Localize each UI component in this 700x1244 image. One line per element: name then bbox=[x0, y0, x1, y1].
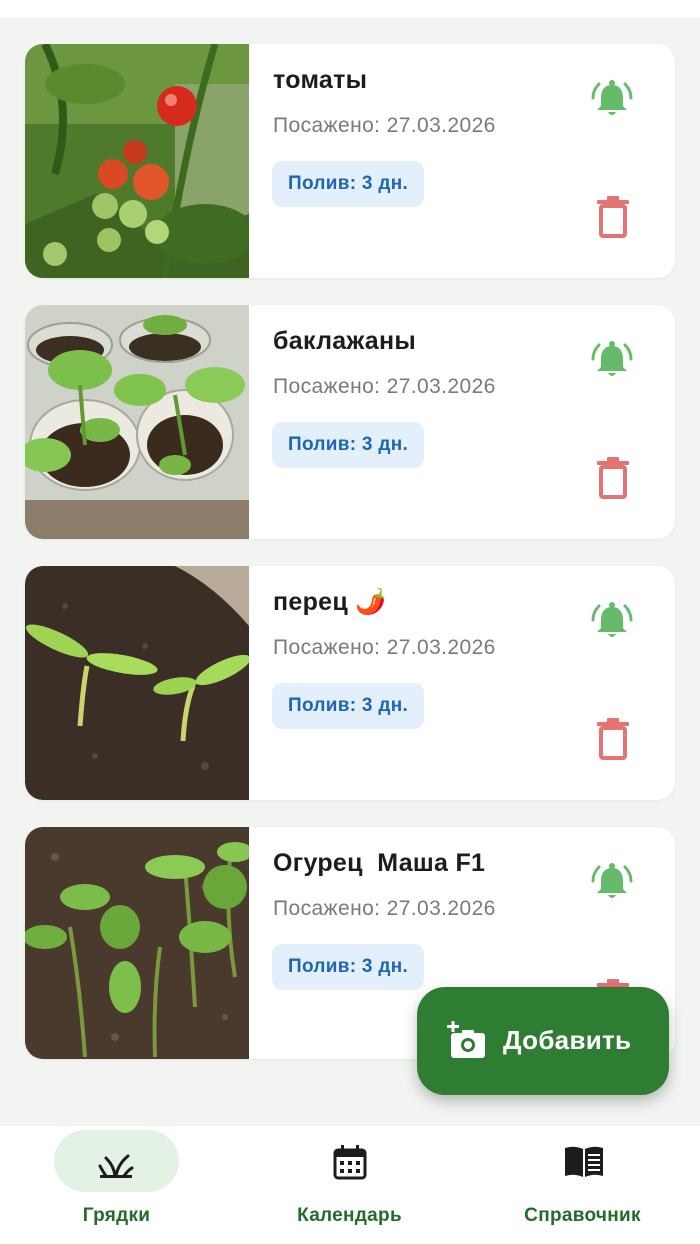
bell-icon[interactable] bbox=[590, 860, 634, 904]
nav-item-beds[interactable]: Грядки bbox=[0, 1126, 233, 1244]
calendar-icon bbox=[333, 1145, 367, 1180]
bed-name: перец 🌶️ bbox=[273, 588, 387, 616]
watering-badge: Полив: 3 дн. bbox=[272, 683, 425, 729]
bed-name: баклажаны bbox=[273, 327, 417, 355]
bell-icon[interactable] bbox=[590, 338, 634, 382]
nav-label-beds: Грядки bbox=[82, 1205, 151, 1226]
status-bar-area bbox=[0, 0, 700, 18]
bell-icon[interactable] bbox=[590, 599, 634, 643]
nav-item-calendar[interactable]: Календарь bbox=[233, 1126, 466, 1244]
bed-name: Огурец Маша F1 bbox=[273, 849, 486, 877]
nav-item-reference[interactable]: Справочник bbox=[466, 1126, 699, 1244]
book-icon bbox=[565, 1146, 603, 1177]
sprout-icon bbox=[98, 1154, 134, 1178]
planted-date: Посажено: 27.03.2026 bbox=[273, 375, 496, 398]
bottom-navigation: Грядки Календарь Справочник bbox=[0, 1126, 700, 1244]
bed-photo-pepper bbox=[25, 566, 249, 800]
bed-card[interactable]: перец 🌶️ Посажено: 27.03.2026 Полив: 3 д… bbox=[25, 566, 675, 800]
bed-photo-eggplant bbox=[25, 305, 249, 539]
delete-icon[interactable] bbox=[595, 716, 631, 760]
nav-label-reference: Справочник bbox=[524, 1205, 641, 1226]
planted-date: Посажено: 27.03.2026 bbox=[273, 636, 496, 659]
watering-badge: Полив: 3 дн. bbox=[272, 944, 425, 990]
bed-photo-tomato bbox=[25, 44, 249, 278]
bed-photo-cucumber bbox=[25, 827, 249, 1059]
watering-badge: Полив: 3 дн. bbox=[272, 422, 425, 468]
watering-badge: Полив: 3 дн. bbox=[272, 161, 425, 207]
nav-label-calendar: Календарь bbox=[297, 1205, 402, 1226]
delete-icon[interactable] bbox=[595, 455, 631, 499]
add-bed-label: Добавить bbox=[503, 1025, 632, 1055]
planted-date: Посажено: 27.03.2026 bbox=[273, 114, 496, 137]
add-bed-button[interactable]: Добавить bbox=[417, 987, 669, 1095]
delete-icon[interactable] bbox=[595, 194, 631, 238]
bed-card[interactable]: томаты Посажено: 27.03.2026 Полив: 3 дн. bbox=[25, 44, 675, 278]
bed-card[interactable]: баклажаны Посажено: 27.03.2026 Полив: 3 … bbox=[25, 305, 675, 539]
beds-list: томаты Посажено: 27.03.2026 Полив: 3 дн. bbox=[25, 44, 675, 1086]
add-photo-icon bbox=[447, 1021, 485, 1058]
bell-icon[interactable] bbox=[590, 77, 634, 121]
planted-date: Посажено: 27.03.2026 bbox=[273, 897, 496, 920]
bed-name: томаты bbox=[273, 66, 368, 94]
